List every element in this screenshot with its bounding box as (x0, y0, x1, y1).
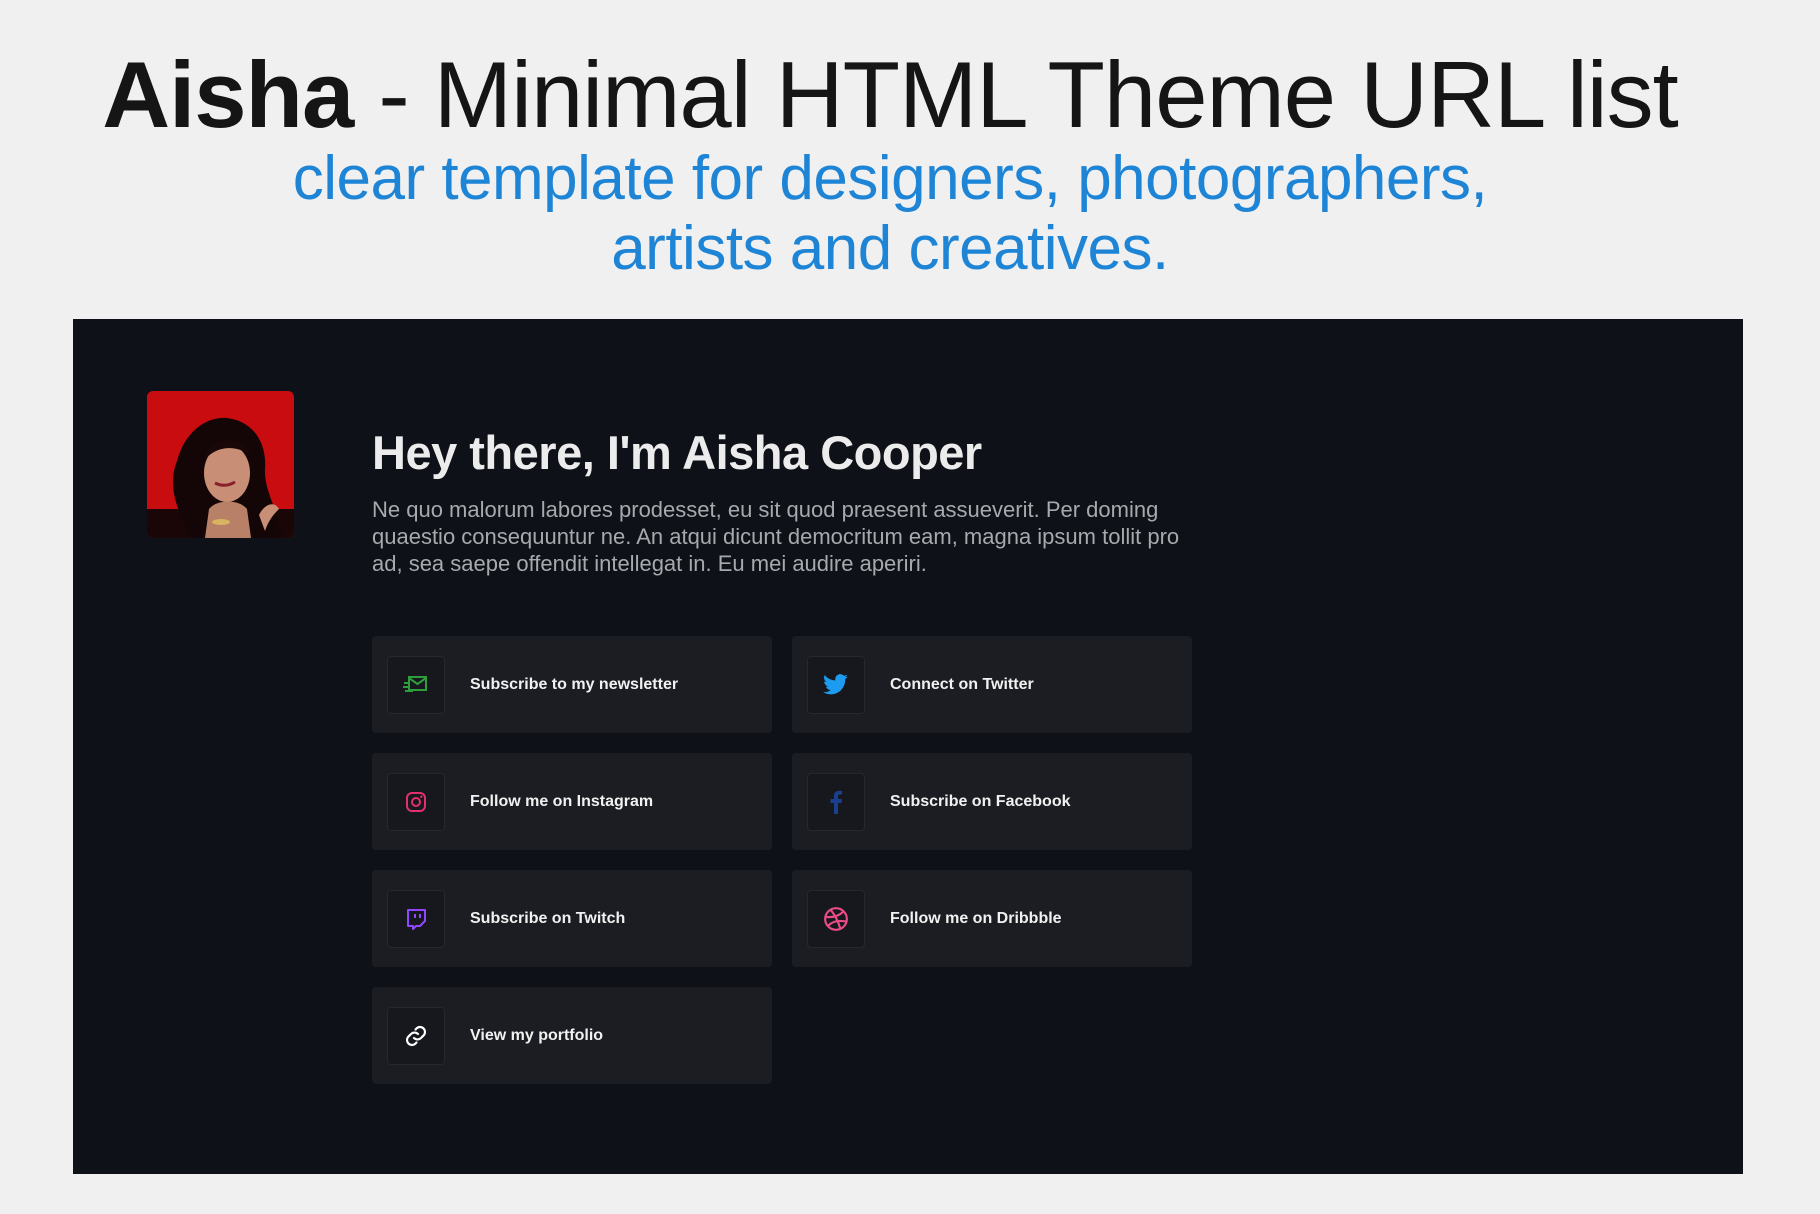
link-portfolio[interactable]: View my portfolio (372, 987, 772, 1084)
link-newsletter[interactable]: Subscribe to my newsletter (372, 636, 772, 733)
link-label: Subscribe on Facebook (890, 792, 1071, 810)
link-twitch[interactable]: Subscribe on Twitch (372, 870, 772, 967)
twitter-icon (807, 655, 865, 714)
link-instagram[interactable]: Follow me on Instagram (372, 753, 772, 850)
link-facebook[interactable]: Subscribe on Facebook (792, 753, 1192, 850)
link-dribbble[interactable]: Follow me on Dribbble (792, 870, 1192, 967)
instagram-icon (387, 772, 445, 831)
link-list: Subscribe to my newsletter Connect on Tw… (372, 636, 1192, 1086)
dribbble-icon (807, 889, 865, 948)
banner-subtitle-line2: artists and creatives. (611, 214, 1169, 283)
link-label: Follow me on Dribbble (890, 909, 1062, 927)
avatar (147, 391, 294, 538)
banner-subtitle-line1: clear template for designers, photograph… (292, 144, 1488, 213)
link-label: Subscribe to my newsletter (470, 675, 679, 693)
link-label: Follow me on Instagram (470, 792, 654, 810)
banner-title-bold: Aisha (102, 42, 354, 147)
profile-panel: Hey there, I'm Aisha Cooper Ne quo malor… (73, 319, 1743, 1174)
facebook-icon (807, 772, 865, 831)
banner-title: Aisha - Minimal HTML Theme URL list (0, 40, 1820, 150)
link-icon (387, 1006, 445, 1065)
profile-bio: Ne quo malorum labores prodesset, eu sit… (372, 497, 1180, 576)
banner-subtitle: clear template for designers, photograph… (0, 144, 1780, 284)
link-label: Connect on Twitter (890, 675, 1034, 693)
profile-heading: Hey there, I'm Aisha Cooper (372, 426, 982, 479)
twitch-icon (387, 889, 445, 948)
banner: Aisha - Minimal HTML Theme URL list clea… (0, 0, 1820, 310)
banner-title-rest: - Minimal HTML Theme URL list (353, 42, 1678, 147)
newsletter-icon (387, 655, 445, 714)
link-label: Subscribe on Twitch (470, 909, 626, 927)
link-twitter[interactable]: Connect on Twitter (792, 636, 1192, 733)
link-label: View my portfolio (470, 1026, 604, 1044)
